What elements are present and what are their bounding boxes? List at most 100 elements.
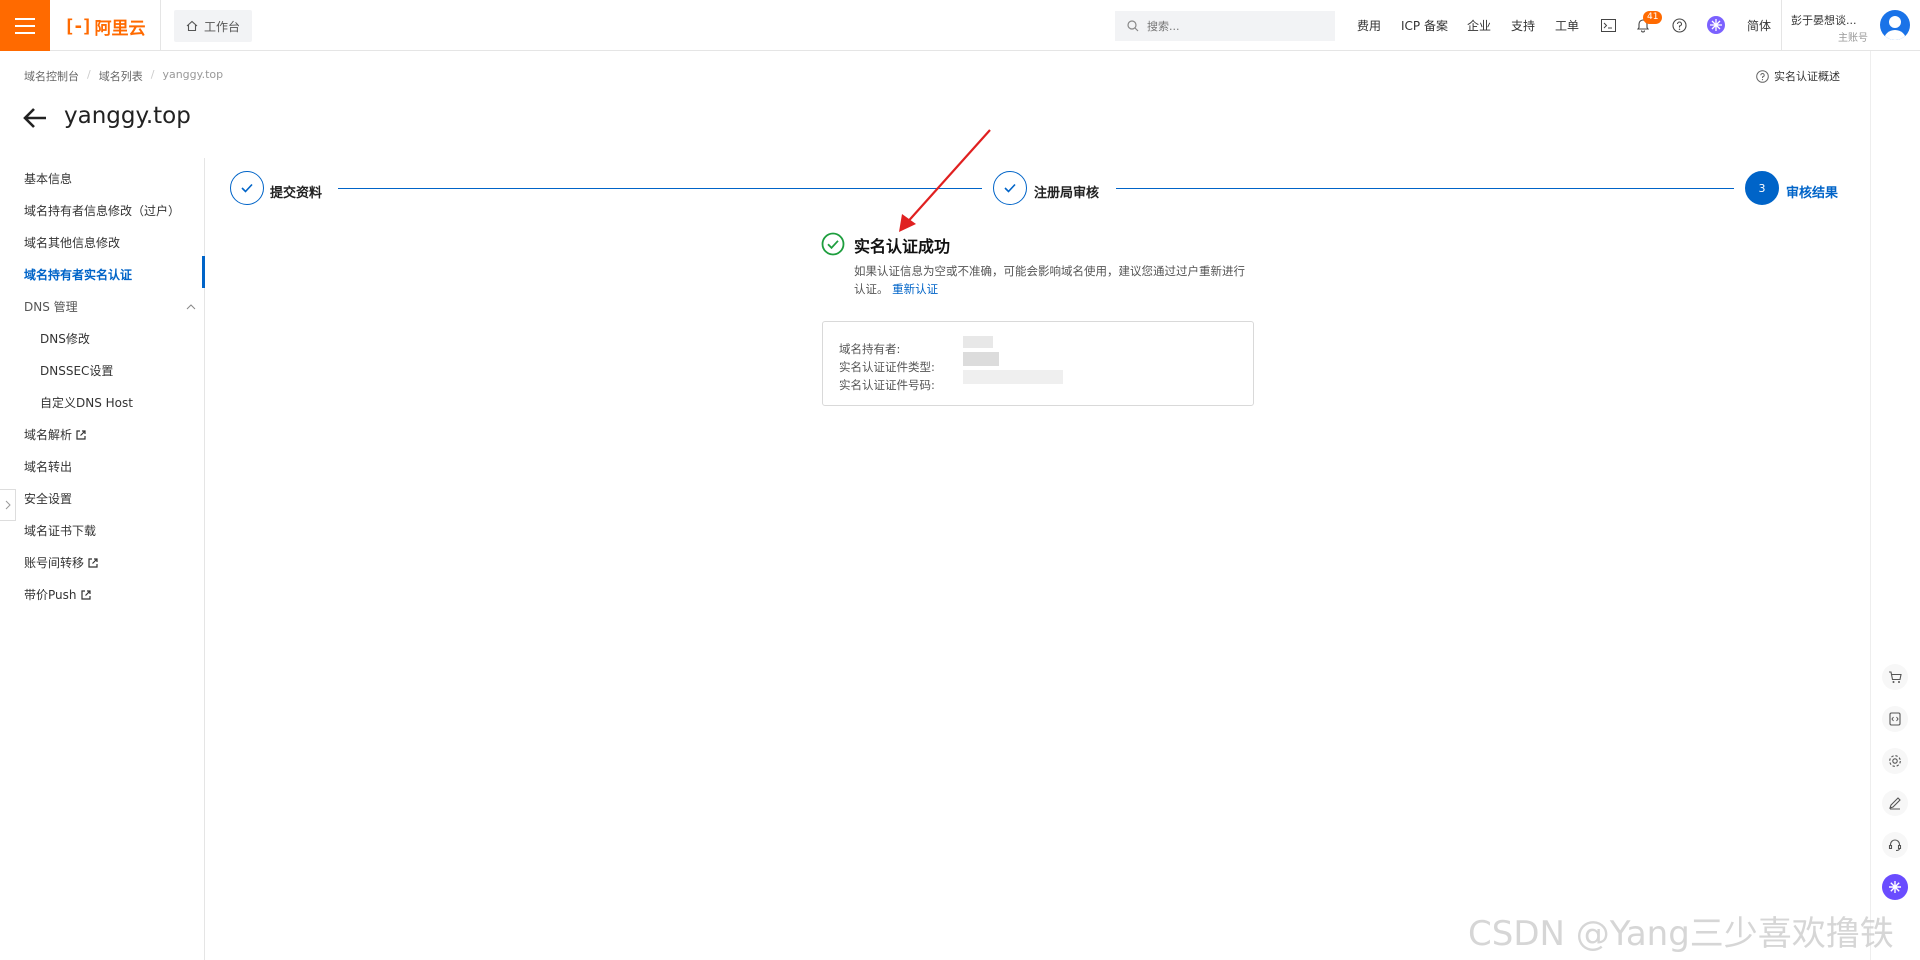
success-title: 实名认证成功 [854, 237, 951, 256]
sidebar-item-label: 域名持有者信息修改（过户） [24, 204, 181, 218]
step-connector [338, 188, 982, 189]
sidebar-item-label: 自定义DNS Host [40, 396, 133, 410]
sidebar-item-price-push[interactable]: 带价Push [24, 586, 91, 603]
question-circle-icon [1756, 69, 1769, 83]
step-1-done-icon [230, 171, 264, 205]
chevron-right-icon [5, 500, 11, 510]
sidebar-item-label: 域名转出 [24, 460, 73, 474]
ai-assistant-icon[interactable] [1707, 16, 1725, 34]
back-arrow-icon[interactable] [22, 106, 48, 130]
realname-info-card: 域名持有者: 实名认证证件类型: 实名认证证件号码: [822, 321, 1254, 406]
step-1-label: 提交资料 [270, 186, 323, 201]
help-link-label: 实名认证概述 [1774, 70, 1840, 83]
sidebar-item-certificate[interactable]: 域名证书下载 [24, 522, 96, 539]
breadcrumb-separator: / [87, 68, 91, 81]
external-link-icon [76, 429, 86, 440]
external-link-icon [80, 589, 91, 600]
workbench-label: 工作台 [204, 19, 241, 34]
sidebar-item-label: 安全设置 [24, 492, 73, 506]
aliyun-logo[interactable]: [-] 阿里云 [64, 14, 146, 39]
terminal-icon[interactable] [1599, 16, 1617, 34]
nav-billing[interactable]: 费用 [1357, 0, 1381, 51]
gear-icon[interactable] [1882, 748, 1908, 774]
sidebar-item-label: DNSSEC设置 [40, 364, 114, 378]
annotation-arrow [899, 129, 991, 232]
check-icon [1004, 183, 1016, 193]
nav-ticket[interactable]: 工单 [1555, 0, 1579, 51]
realname-overview-link[interactable]: 实名认证概述 [1756, 68, 1840, 84]
home-icon [186, 20, 198, 32]
sidebar-item-label: 账号间转移 [24, 556, 85, 570]
search-box[interactable] [1115, 11, 1335, 41]
sidebar-item-dns-resolve[interactable]: 域名解析 [24, 426, 86, 443]
success-check-circle-icon [821, 232, 845, 256]
sidebar-item-label: 基本信息 [24, 172, 73, 186]
sidebar-collapse-toggle[interactable] [0, 489, 16, 521]
check-icon [241, 183, 253, 193]
user-role: 主账号 [1838, 33, 1868, 44]
cert-number-label: 实名认证证件号码: [839, 378, 935, 392]
avatar[interactable] [1880, 10, 1910, 40]
sidebar-item-label: 域名其他信息修改 [24, 236, 121, 250]
sidebar-item-dns-modify[interactable]: DNS修改 [40, 330, 90, 347]
step-2-label: 注册局审核 [1034, 186, 1100, 201]
search-input[interactable] [1147, 19, 1317, 33]
redacted-owner [963, 336, 993, 348]
sidebar-item-owner-change[interactable]: 域名持有者信息修改（过户） [24, 202, 180, 219]
external-link-icon [88, 557, 98, 568]
sidebar-item-dnssec[interactable]: DNSSEC设置 [40, 362, 113, 379]
breadcrumb: 域名控制台 / 域名列表 / yanggy.top [24, 68, 223, 84]
redacted-cert-number [963, 370, 1063, 384]
sidebar-item-other-info[interactable]: 域名其他信息修改 [24, 234, 120, 251]
language-switch[interactable]: 简体 [1747, 0, 1771, 51]
sidebar-item-basic-info[interactable]: 基本信息 [24, 170, 72, 187]
headset-icon[interactable] [1882, 832, 1908, 858]
chevron-up-icon [186, 303, 196, 309]
sidebar-item-label: 带价Push [24, 588, 77, 602]
ai-assistant-icon[interactable] [1882, 874, 1908, 900]
step-3-label: 审核结果 [1786, 186, 1839, 201]
help-icon[interactable] [1670, 16, 1688, 34]
step-connector [1116, 188, 1734, 189]
right-toolbar [1870, 51, 1920, 960]
nav-icp[interactable]: ICP 备案 [1401, 0, 1448, 51]
logo-mark-icon: [-] [64, 15, 92, 37]
workbench-button[interactable]: 工作台 [174, 10, 253, 42]
watermark: CSDN @Yang三少喜欢撸铁 [1468, 914, 1894, 954]
sidebar-item-realname[interactable]: 域名持有者实名认证 [24, 266, 132, 283]
redacted-cert-type [963, 352, 999, 366]
menu-button[interactable] [0, 0, 50, 51]
nav-support[interactable]: 支持 [1511, 0, 1535, 51]
sidebar-item-dns-management[interactable]: DNS 管理 [24, 298, 196, 315]
step-3-number: 3 [1758, 181, 1766, 195]
logo-text: 阿里云 [94, 18, 146, 39]
sidebar-item-label: DNS 管理 [24, 300, 78, 314]
breadcrumb-domain-list[interactable]: 域名列表 [99, 68, 143, 84]
sidebar-item-account-transfer[interactable]: 账号间转移 [24, 554, 98, 571]
header-divider [1781, 0, 1782, 51]
nav-enterprise[interactable]: 企业 [1467, 0, 1491, 51]
sidebar-item-transfer-out[interactable]: 域名转出 [24, 458, 72, 475]
notification-badge: 41 [1643, 11, 1663, 24]
cart-icon[interactable] [1882, 664, 1908, 690]
step-3-current: 3 [1745, 171, 1779, 205]
cert-type-label: 实名认证证件类型: [839, 360, 935, 374]
top-bar: [-] 阿里云 工作台 费用 ICP 备案 企业 支持 工单 41 简体 彭于晏… [0, 0, 1920, 51]
success-description: 如果认证信息为空或不准确，可能会影响域名使用，建议您通过过户重新进行认证。 重新… [854, 262, 1254, 298]
page-title: yanggy.top [64, 103, 191, 129]
breadcrumb-current: yanggy.top [162, 68, 224, 81]
code-icon[interactable] [1882, 706, 1908, 732]
sidebar-item-label: 域名解析 [24, 428, 73, 442]
sidebar-item-label: 域名证书下载 [24, 524, 97, 538]
search-icon [1127, 20, 1139, 32]
user-name[interactable]: 彭于晏想谈... [1791, 12, 1857, 28]
sidebar-item-custom-dns-host[interactable]: 自定义DNS Host [40, 394, 133, 411]
sidebar-item-label: DNS修改 [40, 332, 90, 346]
sidebar-item-label: 域名持有者实名认证 [24, 268, 133, 282]
sidebar-item-security[interactable]: 安全设置 [24, 490, 72, 507]
re-verify-link[interactable]: 重新认证 [892, 282, 938, 296]
breadcrumb-domain-console[interactable]: 域名控制台 [24, 68, 79, 84]
active-indicator [202, 256, 205, 288]
edit-icon[interactable] [1882, 790, 1908, 816]
breadcrumb-separator: / [150, 68, 155, 81]
